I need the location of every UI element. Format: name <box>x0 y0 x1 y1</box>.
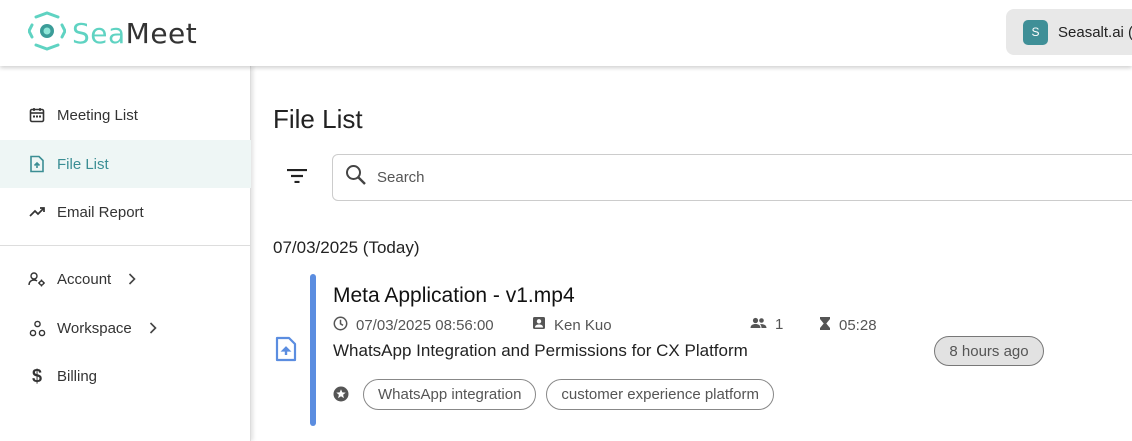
file-accent-bar <box>310 274 316 426</box>
sidebar-item-label: Billing <box>57 367 98 385</box>
organization-switcher[interactable]: S Seasalt.ai ( <box>1006 9 1132 55</box>
tag-chip[interactable]: WhatsApp integration <box>363 378 537 410</box>
sidebar-item-meeting-list[interactable]: Meeting List <box>0 91 251 139</box>
sidebar-item-file-list[interactable]: File List <box>0 140 251 188</box>
file-meta-row: 07/03/2025 08:56:00 Ken Kuo 1 05:28 <box>333 316 973 334</box>
relative-time-badge: 8 hours ago <box>934 336 1044 366</box>
sidebar-item-label: File List <box>57 155 109 173</box>
sidebar-item-workspace[interactable]: Workspace <box>0 304 251 352</box>
organization-avatar: S <box>1023 19 1048 45</box>
file-upload-icon <box>275 336 297 367</box>
account-settings-icon <box>28 270 46 288</box>
sidebar: Meeting List File List Email Report Acco… <box>0 66 251 441</box>
tag-chip[interactable]: customer experience platform <box>546 378 775 410</box>
file-duration-text: 05:28 <box>839 317 877 334</box>
file-subject: WhatsApp Integration and Permissions for… <box>333 341 748 360</box>
star-badge-icon <box>333 386 349 402</box>
sidebar-divider <box>0 245 251 246</box>
search-icon <box>345 164 367 191</box>
sidebar-item-billing[interactable]: $ Billing <box>0 352 251 400</box>
seameet-logo-icon <box>27 11 67 56</box>
date-group-heading: 07/03/2025 (Today) <box>273 238 420 257</box>
file-duration: 05:28 <box>819 316 877 335</box>
organization-name: Seasalt.ai ( <box>1058 23 1132 41</box>
people-icon <box>750 316 767 333</box>
chevron-right-icon <box>128 273 136 285</box>
sidebar-item-label: Meeting List <box>57 106 138 124</box>
clock-icon <box>333 316 348 335</box>
file-upload-icon <box>28 155 46 173</box>
file-card[interactable]: Meta Application - v1.mp4 07/03/2025 08:… <box>275 274 1130 426</box>
sidebar-item-email-report[interactable]: Email Report <box>0 188 251 236</box>
sidebar-item-label: Email Report <box>57 203 144 221</box>
file-owner: Ken Kuo <box>532 316 612 334</box>
tags-row: WhatsApp integration customer experience… <box>333 378 775 410</box>
contact-icon <box>532 316 546 334</box>
file-datetime-text: 07/03/2025 08:56:00 <box>356 317 494 334</box>
file-participants: 1 <box>750 316 783 333</box>
hourglass-icon <box>819 316 831 335</box>
file-participants-count: 1 <box>775 316 784 333</box>
page-title: File List <box>273 104 363 134</box>
file-owner-name: Ken Kuo <box>554 316 612 334</box>
filter-icon <box>287 168 307 188</box>
seameet-logo[interactable]: SeaMeet <box>27 11 198 56</box>
search-input[interactable] <box>377 169 977 186</box>
calendar-icon <box>28 106 46 124</box>
workspace-icon <box>28 319 46 337</box>
sidebar-item-label: Workspace <box>57 319 132 337</box>
sidebar-item-account[interactable]: Account <box>0 255 251 303</box>
file-datetime: 07/03/2025 08:56:00 <box>333 316 494 335</box>
dollar-icon: $ <box>31 365 42 386</box>
seameet-wordmark: SeaMeet <box>72 16 198 50</box>
filter-button[interactable] <box>281 162 313 194</box>
chevron-right-icon <box>149 322 157 334</box>
top-header: SeaMeet S Seasalt.ai ( <box>0 0 1132 66</box>
main-content: File List 07/03/2025 (Today) Meta Applic… <box>251 66 1132 441</box>
search-box[interactable] <box>332 154 1132 201</box>
sidebar-item-label: Account <box>57 270 112 288</box>
trending-up-icon <box>28 203 46 221</box>
file-title[interactable]: Meta Application - v1.mp4 <box>333 284 575 308</box>
